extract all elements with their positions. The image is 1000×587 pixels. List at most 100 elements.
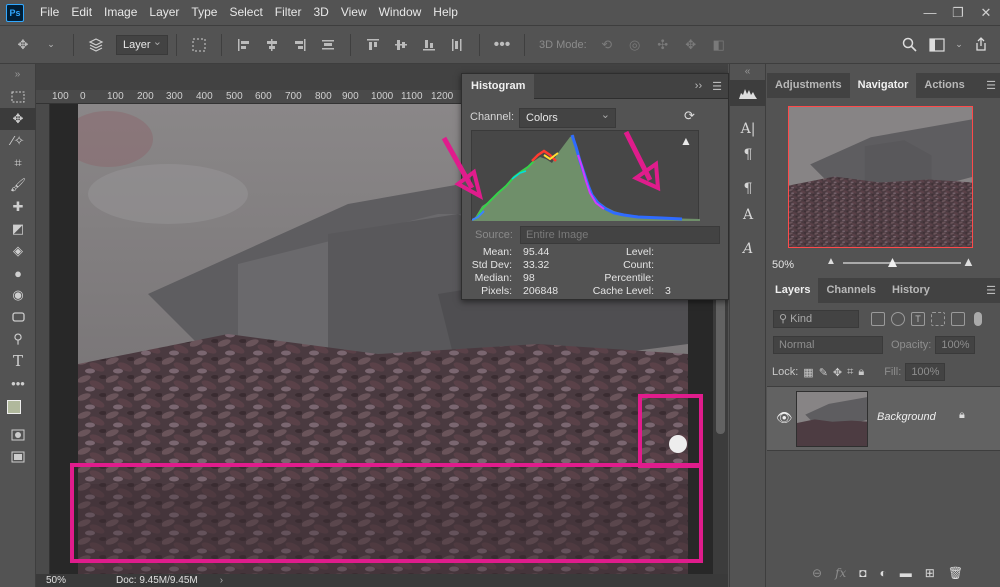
show-transform-controls-icon[interactable]: [188, 34, 210, 56]
navigator-thumbnail[interactable]: [788, 106, 973, 248]
color-swatches[interactable]: [0, 394, 35, 424]
scrollbar-thumb[interactable]: [716, 294, 725, 434]
minimize-button[interactable]: —: [916, 5, 944, 20]
align-right-icon[interactable]: [289, 34, 311, 56]
rectangle-tool-icon[interactable]: [0, 306, 36, 328]
menu-layer[interactable]: Layer: [143, 0, 185, 25]
filter-adjustment-icon[interactable]: [891, 312, 905, 326]
eyedropper-icon[interactable]: ⚲: [0, 328, 36, 350]
lock-transparent-icon[interactable]: ▦: [803, 366, 813, 379]
zoom-in-icon[interactable]: ▲: [962, 254, 975, 269]
filter-toggle[interactable]: [974, 312, 982, 326]
smudge-tool-icon[interactable]: ◉: [0, 284, 36, 306]
panel-collapse-icon[interactable]: ››: [695, 80, 702, 92]
new-layer-icon[interactable]: ⊞: [925, 566, 935, 580]
collapse-icons-icon[interactable]: «: [730, 64, 765, 80]
panel-menu-icon[interactable]: ☰: [986, 284, 996, 297]
character-styles-icon[interactable]: A: [730, 202, 766, 228]
3d-camera-icon[interactable]: ◧: [708, 34, 730, 56]
dodge-tool-icon[interactable]: ●: [0, 262, 36, 284]
align-bottom-icon[interactable]: [418, 34, 440, 56]
workspace-dropdown-icon[interactable]: ⌄: [954, 34, 964, 56]
tab-navigator[interactable]: Navigator: [849, 73, 917, 98]
filter-smart-object-icon[interactable]: [951, 312, 965, 326]
magic-wand-icon[interactable]: ⁄✧: [0, 130, 36, 152]
distribute-vertical-icon[interactable]: [317, 34, 339, 56]
lock-image-icon[interactable]: ✎: [819, 366, 828, 379]
zoom-out-icon[interactable]: ▲: [826, 256, 836, 267]
blend-mode-select[interactable]: Normal: [773, 336, 883, 354]
menu-filter[interactable]: Filter: [269, 0, 308, 25]
share-icon[interactable]: [970, 34, 992, 56]
link-layers-icon[interactable]: ⊖: [812, 566, 822, 580]
foreground-color-swatch[interactable]: [7, 400, 21, 414]
type-tool-icon[interactable]: T: [0, 350, 36, 372]
menu-view[interactable]: View: [335, 0, 373, 25]
filter-pixel-icon[interactable]: [871, 312, 885, 326]
lock-artboard-icon[interactable]: ⌗: [847, 366, 853, 379]
tab-channels[interactable]: Channels: [818, 278, 884, 303]
histogram-panel-icon[interactable]: [730, 80, 766, 106]
workspace-icon[interactable]: [926, 34, 948, 56]
restore-button[interactable]: ❐: [944, 5, 972, 21]
crop-tool-icon[interactable]: ⌗: [0, 152, 36, 174]
navigator-zoom[interactable]: 50%: [772, 259, 794, 271]
tab-adjustments[interactable]: Adjustments: [767, 73, 850, 98]
lock-all-icon[interactable]: 🔒︎: [858, 366, 864, 379]
glyphs-panel-icon[interactable]: A: [730, 236, 766, 262]
menu-window[interactable]: Window: [373, 0, 428, 25]
source-select[interactable]: Entire Image: [520, 226, 720, 244]
paragraph-styles-icon[interactable]: ¶: [730, 176, 766, 202]
filter-shape-icon[interactable]: [931, 312, 945, 326]
healing-brush-icon[interactable]: ✚: [0, 196, 36, 218]
3d-orbit-icon[interactable]: ⟲: [596, 34, 618, 56]
layer-row-background[interactable]: 👁︎ Background 🔒︎: [767, 386, 1000, 451]
move-tool-preset-icon[interactable]: ✥: [12, 34, 34, 56]
more-options-icon[interactable]: •••: [491, 34, 513, 56]
tab-actions[interactable]: Actions: [916, 73, 972, 98]
more-tools-icon[interactable]: •••: [0, 372, 36, 394]
align-middle-icon[interactable]: [390, 34, 412, 56]
distribute-horizontal-icon[interactable]: [446, 34, 468, 56]
menu-edit[interactable]: Edit: [65, 0, 98, 25]
menu-3d[interactable]: 3D: [307, 0, 334, 25]
character-panel-icon[interactable]: A|: [730, 116, 766, 142]
paint-bucket-icon[interactable]: ◈: [0, 240, 36, 262]
tab-history[interactable]: History: [884, 278, 938, 303]
panel-menu-icon[interactable]: ☰: [986, 79, 996, 92]
layer-name[interactable]: Background: [877, 411, 936, 423]
delete-layer-icon[interactable]: 🗑︎: [948, 566, 963, 580]
menu-select[interactable]: Select: [223, 0, 268, 25]
menu-file[interactable]: File: [34, 0, 65, 25]
tab-histogram[interactable]: Histogram: [462, 73, 535, 99]
lock-position-icon[interactable]: ✥: [833, 366, 842, 379]
auto-select-target-select[interactable]: Layer: [116, 33, 168, 55]
close-button[interactable]: ✕: [972, 5, 1000, 21]
align-top-icon[interactable]: [362, 34, 384, 56]
marquee-tool-icon[interactable]: [0, 86, 36, 108]
filter-type-icon[interactable]: T: [911, 312, 925, 326]
tab-layers[interactable]: Layers: [767, 278, 819, 303]
warning-icon[interactable]: ▲: [680, 134, 692, 148]
fill-field[interactable]: 100%: [905, 363, 946, 381]
layer-style-icon[interactable]: fx: [835, 566, 846, 580]
move-tool-icon[interactable]: ✥: [0, 108, 36, 130]
brush-tool-icon[interactable]: 🖌: [0, 174, 36, 196]
adjustment-layer-icon[interactable]: ◐: [880, 566, 887, 580]
tools-collapse-icon[interactable]: »: [0, 64, 35, 86]
menu-type[interactable]: Type: [185, 0, 223, 25]
3d-pan-icon[interactable]: ✣: [652, 34, 674, 56]
align-center-icon[interactable]: [261, 34, 283, 56]
status-more-icon[interactable]: ›: [220, 575, 223, 586]
quick-mask-icon[interactable]: [0, 424, 36, 446]
new-group-icon[interactable]: ▬: [900, 566, 912, 580]
visibility-eye-icon[interactable]: 👁︎: [776, 410, 793, 426]
align-left-icon[interactable]: [233, 34, 255, 56]
zoom-level[interactable]: 50%: [46, 575, 104, 586]
auto-select-icon[interactable]: [85, 34, 107, 56]
3d-roll-icon[interactable]: ◎: [624, 34, 646, 56]
3d-slide-icon[interactable]: ✥: [680, 34, 702, 56]
menu-image[interactable]: Image: [98, 0, 143, 25]
dropdown-arrow-icon[interactable]: ⌄: [40, 34, 62, 56]
panel-menu-icon[interactable]: ☰: [712, 80, 722, 93]
